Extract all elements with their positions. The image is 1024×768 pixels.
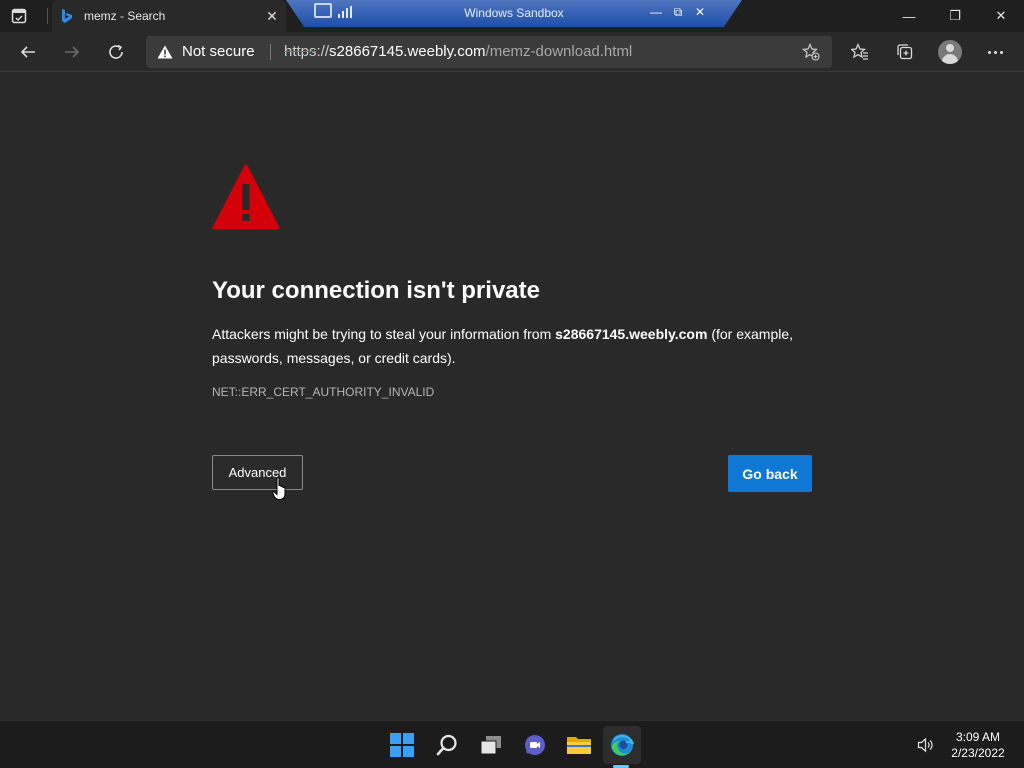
taskbar-search-button[interactable]	[428, 726, 466, 764]
system-clock[interactable]: 3:09 AM 2/23/2022	[946, 729, 1010, 761]
favorites-icon[interactable]	[848, 40, 872, 64]
search-icon	[436, 734, 457, 756]
forward-arrow-icon	[65, 46, 80, 58]
url-text[interactable]: https://s28667145.weebly.com/memz-downlo…	[284, 43, 632, 60]
description-host: s28667145.weebly.com	[555, 326, 708, 342]
sandbox-close-button[interactable]: ✕	[692, 4, 708, 20]
description-text: Attackers might be trying to steal your …	[212, 326, 556, 342]
url-path: /memz-download.html	[485, 43, 633, 60]
more-options-icon[interactable]	[983, 40, 1007, 64]
url-host: s28667145.weebly.com	[329, 43, 486, 60]
tab-memz-search[interactable]: memz - Search ✕	[52, 0, 286, 32]
hand-pointer-cursor-icon	[272, 477, 290, 501]
edge-icon	[611, 734, 634, 756]
browser-toolbar: Not secure https://s28667145.weebly.com/…	[0, 32, 1024, 72]
start-button[interactable]	[383, 726, 421, 764]
security-status-label[interactable]: Not secure	[182, 43, 255, 60]
volume-icon[interactable]	[917, 736, 935, 754]
clock-time: 3:09 AM	[955, 730, 1001, 744]
page-title: Your connection isn't private	[212, 277, 540, 304]
bing-icon	[60, 8, 74, 24]
teams-chat-icon	[525, 735, 545, 755]
refresh-icon	[109, 44, 123, 59]
error-code[interactable]: NET::ERR_CERT_AUTHORITY_INVALID	[212, 385, 434, 399]
taskbar: 3:09 AM 2/23/2022	[0, 720, 1024, 768]
url-scheme: https	[284, 43, 317, 60]
tab-actions-icon[interactable]	[10, 7, 28, 25]
error-description: Attackers might be trying to steal your …	[212, 322, 812, 370]
sandbox-restore-button[interactable]: ⧉	[670, 4, 686, 20]
task-view-icon	[480, 736, 501, 755]
error-page: Your connection isn't private Attackers …	[0, 72, 1024, 720]
file-explorer-button[interactable]	[560, 726, 598, 764]
add-to-favorites-icon[interactable]	[802, 43, 820, 61]
tab-divider	[47, 8, 48, 24]
tab-title: memz - Search	[84, 9, 166, 23]
sandbox-minimize-button[interactable]: —	[648, 4, 664, 20]
clock-date: 2/23/2022	[951, 746, 1005, 760]
warning-triangle-icon	[212, 164, 280, 230]
sandbox-connection-bar: Windows Sandbox — ⧉ ✕	[286, 0, 742, 27]
minimize-button[interactable]: —	[886, 0, 932, 32]
warning-icon[interactable]	[157, 45, 173, 59]
teams-chat-button[interactable]	[516, 726, 554, 764]
profile-avatar[interactable]	[938, 40, 962, 64]
edge-taskbar-button[interactable]	[603, 726, 641, 764]
address-divider	[270, 44, 271, 60]
refresh-button[interactable]	[102, 38, 130, 66]
back-arrow-icon	[20, 46, 35, 58]
close-window-button[interactable]: ✕	[978, 0, 1024, 32]
address-bar[interactable]: Not secure https://s28667145.weebly.com/…	[146, 36, 832, 68]
collections-icon[interactable]	[893, 40, 917, 64]
forward-button[interactable]	[58, 38, 86, 66]
url-scheme-separator: ://	[316, 43, 330, 60]
tab-close-icon[interactable]: ✕	[264, 8, 280, 24]
back-button[interactable]	[14, 38, 42, 66]
restore-button[interactable]: ❐	[932, 0, 978, 32]
task-view-button[interactable]	[472, 726, 510, 764]
go-back-button[interactable]: Go back	[728, 455, 812, 492]
start-icon	[390, 733, 414, 757]
title-bar: memz - Search ✕ Windows Sandbox — ⧉ ✕ — …	[0, 0, 1024, 32]
file-explorer-icon	[567, 737, 591, 754]
